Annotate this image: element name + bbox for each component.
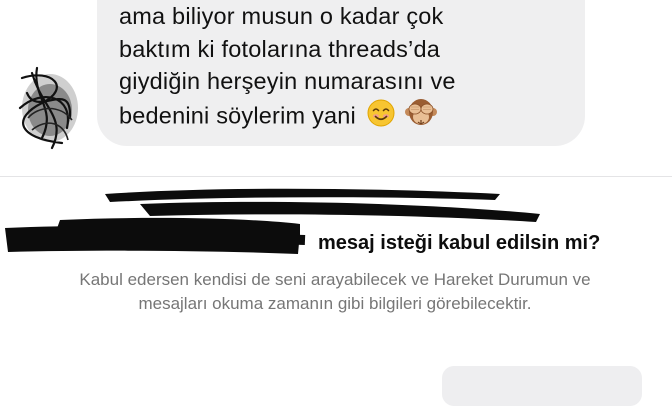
message-bubble[interactable]: ama biliyor musun o kadar çok baktım ki … (97, 0, 585, 146)
message-text: ama biliyor musun o kadar çok baktım ki … (119, 0, 571, 136)
message-line: baktım ki fotolarına threads’da (119, 35, 441, 62)
smiling-face-icon (367, 99, 395, 136)
message-line-text: bedenini söylerim yani (119, 101, 356, 128)
message-request-title: mesaj isteği kabul edilsin mi? (318, 232, 601, 254)
message-line-last: bedenini söylerim yani (119, 98, 571, 137)
scribbled-avatar-icon (18, 66, 78, 150)
sender-avatar[interactable] (12, 48, 82, 158)
section-divider (0, 176, 672, 177)
message-line: giydiğin herşeyin numarasını ve (119, 68, 456, 94)
message-line: ama biliyor musun o kadar çok (119, 3, 444, 29)
message-request-description: Kabul edersen kendisi de seni arayabilec… (79, 270, 591, 313)
see-no-evil-monkey-icon (405, 98, 438, 137)
request-action-button[interactable] (442, 366, 642, 406)
